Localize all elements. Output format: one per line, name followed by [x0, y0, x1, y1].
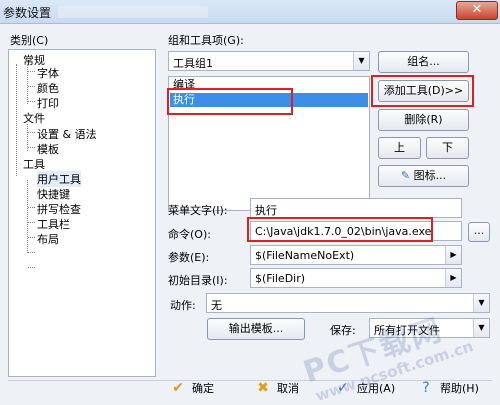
chevron-right-icon[interactable]: ▶	[445, 269, 461, 287]
browse-button[interactable]: ...	[468, 222, 490, 242]
group-name-button[interactable]: 组名...	[378, 51, 469, 73]
save-select[interactable]: 所有打开文件 ▼	[369, 318, 490, 338]
tree-line	[28, 132, 35, 133]
annotation-box	[371, 75, 474, 107]
output-template-button[interactable]: 输出模板...	[207, 318, 305, 340]
init-dir-label: 初始目录(I):	[168, 274, 228, 287]
tree-item-font[interactable]: 字体	[37, 65, 59, 81]
annotation-box	[247, 217, 433, 242]
save-label: 保存:	[330, 324, 356, 337]
tree-item-shortcuts[interactable]: 快捷键	[37, 186, 70, 202]
annotation-box	[167, 88, 293, 115]
cancel-label: 取消	[277, 382, 299, 395]
menu-text-value: 执行	[255, 204, 277, 217]
icon-button[interactable]: ✎ 图标...	[378, 165, 469, 187]
chevron-down-icon[interactable]: ▼	[353, 52, 369, 70]
tree-line	[28, 86, 35, 87]
apply-button[interactable]: ✓ 应用(A)	[335, 376, 395, 400]
menu-text-field[interactable]: 执行	[250, 198, 462, 218]
tree-item-print[interactable]: 打印	[37, 95, 59, 111]
tree-item-spellcheck[interactable]: 拼写检查	[37, 201, 81, 217]
tree-item-color[interactable]: 颜色	[37, 80, 59, 96]
icon-button-label: 图标...	[413, 169, 447, 182]
help-label: 帮助(H)	[440, 382, 479, 395]
category-label: 类别(C)	[10, 34, 49, 47]
down-button[interactable]: 下	[426, 137, 469, 159]
delete-button[interactable]: 删除(R)	[378, 109, 469, 131]
group-select[interactable]: 工具组1 ▼	[168, 51, 370, 71]
params-label: 参数(E):	[168, 251, 210, 264]
action-label: 动作:	[170, 299, 196, 312]
tree-item-layout[interactable]: 布局	[37, 231, 59, 247]
params-value: $(FileNameNoExt)	[255, 249, 355, 262]
save-value: 所有打开文件	[374, 324, 440, 337]
chevron-down-icon[interactable]: ▼	[473, 319, 489, 337]
tree-line	[28, 267, 35, 268]
init-dir-field[interactable]: $(FileDir) ▶	[250, 268, 462, 288]
title-bar: 参数设置 ✕	[0, 0, 500, 24]
close-button[interactable]: ✕	[456, 1, 498, 20]
apply-label: 应用(A)	[357, 382, 396, 395]
title-blur	[58, 6, 208, 18]
command-label: 命令(O):	[168, 228, 211, 241]
tree-line	[28, 222, 35, 223]
category-tree: 常规 字体 颜色 打印 文件 设置 & 语法 模板 工具 用户工具 快捷键 拼写…	[8, 49, 156, 377]
tree-item-template[interactable]: 模板	[37, 141, 59, 157]
check-icon: ✔	[172, 380, 184, 396]
window-title: 参数设置	[3, 6, 52, 20]
cancel-button[interactable]: ✖ 取消	[255, 376, 299, 400]
tree-line	[28, 147, 35, 148]
tree-line	[28, 207, 35, 208]
ok-label: 确定	[192, 382, 214, 395]
chevron-down-icon[interactable]: ▼	[473, 294, 489, 312]
magic-wand-icon: ✎	[400, 169, 411, 182]
tree-item-settings-syntax[interactable]: 设置 & 语法	[37, 126, 97, 142]
tree-item-toolbar[interactable]: 工具栏	[37, 216, 70, 232]
help-icon: ?	[422, 380, 430, 396]
tree-item-tools[interactable]: 工具	[23, 156, 45, 172]
group-label: 组和工具项(G):	[168, 34, 244, 47]
close-icon: ✖	[257, 380, 269, 396]
tree-item-file[interactable]: 文件	[23, 110, 45, 126]
tree-line	[16, 64, 17, 176]
apply-icon: ✓	[337, 380, 349, 396]
tree-line	[27, 64, 28, 104]
settings-dialog: 类别(C) 常规 字体 颜色 打印 文件 设置 & 语法 模板 工具 用户工具 …	[0, 24, 500, 405]
tree-line	[28, 252, 35, 253]
init-dir-value: $(FileDir)	[255, 272, 306, 285]
menu-text-label: 菜单文字(I):	[168, 204, 228, 217]
up-button[interactable]: 上	[378, 137, 421, 159]
tree-line	[28, 237, 35, 238]
params-field[interactable]: $(FileNameNoExt) ▶	[250, 245, 462, 265]
tree-item-user-tools[interactable]: 用户工具	[37, 171, 81, 187]
group-select-value: 工具组1	[173, 57, 213, 70]
action-value: 无	[211, 299, 222, 312]
tree-line	[27, 180, 28, 253]
help-button[interactable]: ? 帮助(H)	[418, 376, 479, 400]
ok-button[interactable]: ✔ 确定	[170, 376, 214, 400]
action-select[interactable]: 无 ▼	[206, 293, 490, 313]
tree-line	[28, 101, 35, 102]
chevron-right-icon[interactable]: ▶	[445, 246, 461, 264]
tree-line	[28, 71, 35, 72]
